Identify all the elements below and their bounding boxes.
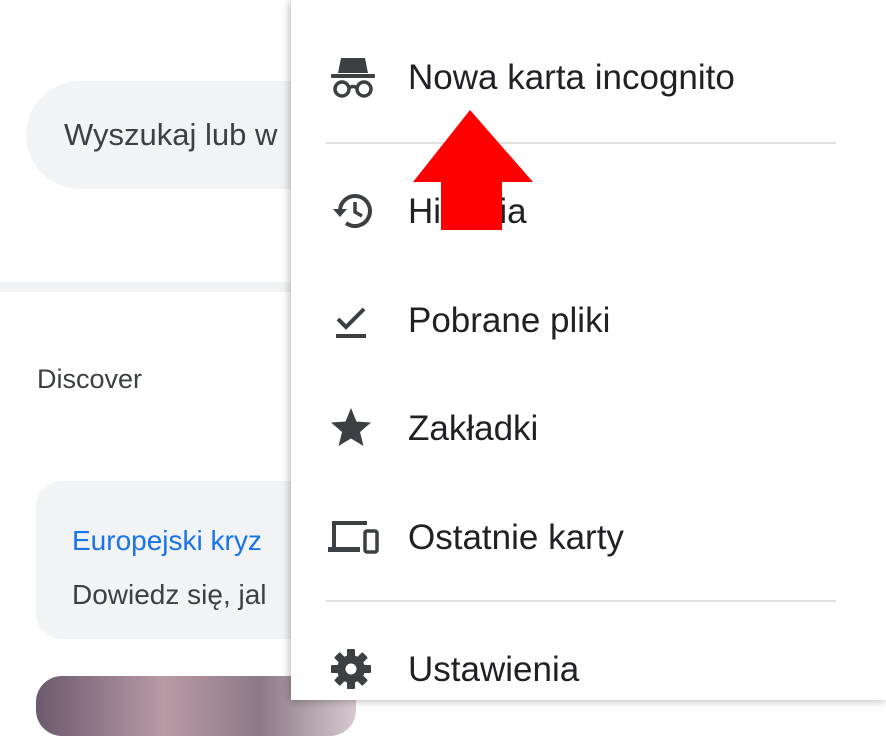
menu-item-label: Nowa karta incognito [408, 58, 735, 97]
menu-divider [326, 600, 836, 602]
menu-item-label: Zakładki [408, 409, 539, 448]
menu-item-label: Ustawienia [408, 650, 580, 689]
discover-label: Discover [37, 364, 143, 394]
menu-item-recent-tabs[interactable]: Ostatnie karty [291, 492, 886, 582]
devices-icon [327, 514, 379, 560]
history-icon [327, 188, 379, 234]
section-divider [0, 282, 320, 292]
annotation-arrow-icon [413, 110, 533, 230]
incognito-icon [327, 54, 379, 100]
feed-card-description: Dowiedz się, jal [72, 579, 267, 610]
gear-icon [327, 646, 379, 692]
menu-item-label: Ostatnie karty [408, 518, 624, 557]
feed-card-title[interactable]: Europejski kryz [72, 525, 262, 557]
menu-item-settings[interactable]: Ustawienia [291, 624, 886, 714]
overflow-menu: Nowa karta incognito Historia Pobrane pl… [291, 0, 886, 700]
menu-item-label: Pobrane pliki [408, 301, 611, 340]
menu-item-history[interactable]: Historia [291, 166, 886, 256]
download-done-icon [327, 297, 379, 343]
menu-item-bookmarks[interactable]: Zakładki [291, 383, 886, 473]
menu-item-downloads[interactable]: Pobrane pliki [291, 275, 886, 365]
star-icon [327, 405, 379, 451]
menu-item-new-incognito-tab[interactable]: Nowa karta incognito [291, 32, 886, 122]
search-placeholder: Wyszukaj lub w [64, 117, 278, 152]
menu-divider [326, 142, 836, 144]
